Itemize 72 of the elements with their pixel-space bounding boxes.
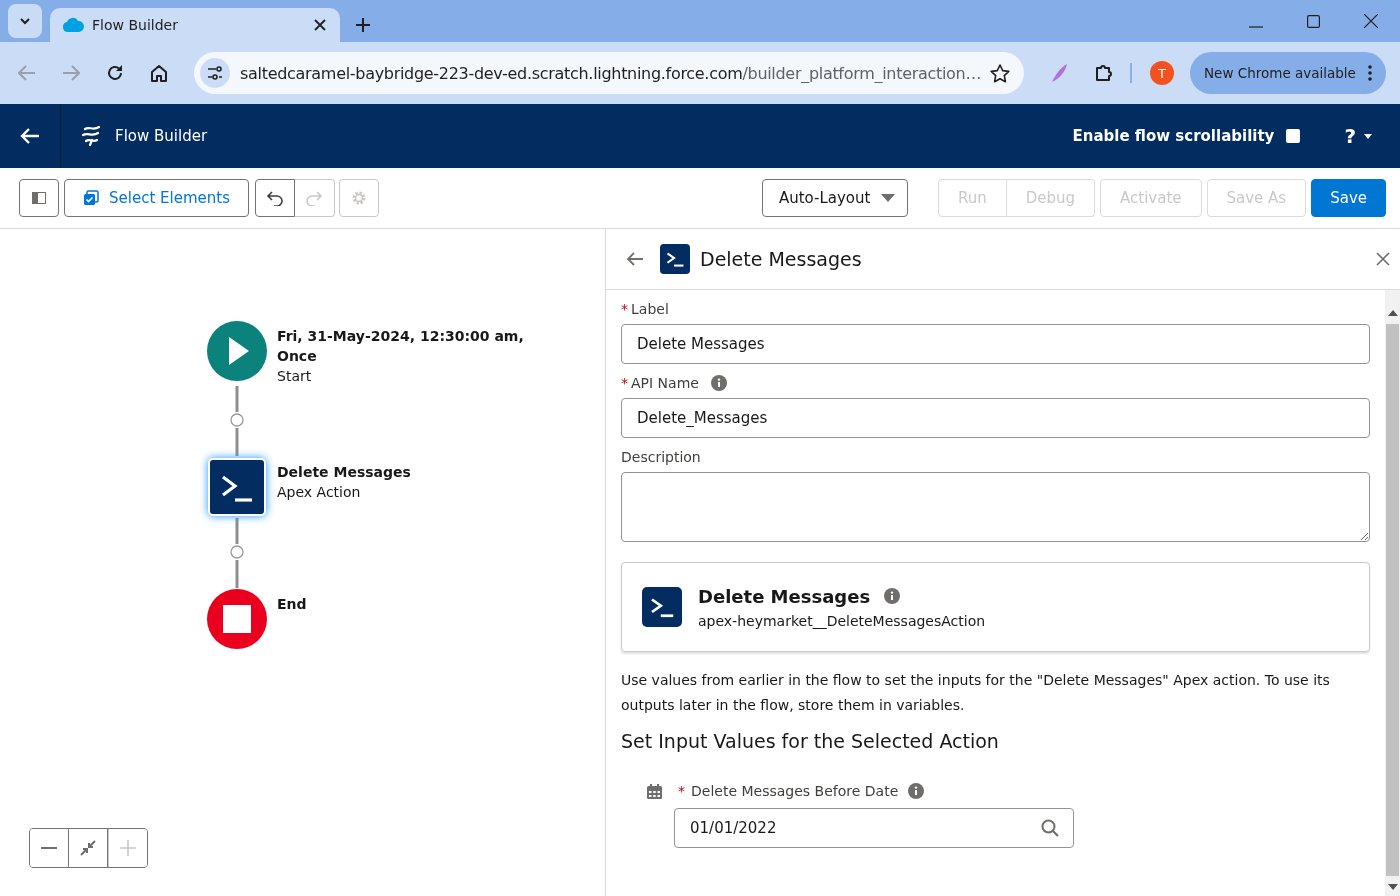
select-elements-button[interactable]: Select Elements — [64, 179, 249, 217]
action-api-name: apex-heymarket__DeleteMessagesAction — [698, 612, 986, 629]
connector-drawing — [230, 386, 244, 456]
text-field[interactable]: Delete_Messages — [621, 398, 1370, 438]
reload-icon[interactable] — [106, 64, 124, 82]
close-icon[interactable] — [314, 19, 326, 31]
scrollability-label: Enable flow scrollability — [1072, 127, 1275, 145]
node-title: End — [277, 595, 308, 614]
section-title: Set Input Values for the Selected Action — [621, 730, 1000, 752]
panel-title: Delete Messages — [700, 248, 862, 270]
required-mark: * — [678, 783, 685, 799]
caret-down-icon — [880, 194, 895, 202]
apex-action-icon — [642, 587, 682, 627]
end-node-icon[interactable] — [206, 588, 268, 650]
home-icon[interactable] — [150, 64, 168, 82]
connector-drawing — [230, 518, 244, 588]
browser-tab[interactable]: Flow Builder — [50, 8, 340, 42]
zoom-out-button[interactable] — [30, 829, 69, 867]
puzzle-icon[interactable] — [1094, 63, 1114, 83]
apex-action-icon — [660, 244, 690, 274]
help-menu-button[interactable]: ? — [1338, 123, 1378, 149]
scrollability-checkbox[interactable] — [1286, 129, 1301, 143]
caret-down-icon — [1364, 133, 1372, 139]
node-type-label: Apex Action — [277, 483, 362, 502]
action-title: Delete Messages — [698, 585, 871, 607]
new-tab-icon[interactable] — [356, 18, 370, 32]
description-field[interactable] — [621, 472, 1370, 542]
search-icon[interactable] — [1041, 819, 1059, 837]
text-field[interactable]: Delete Messages — [621, 324, 1370, 364]
start-node-icon[interactable] — [206, 320, 268, 382]
node-title: Delete Messages — [277, 463, 412, 482]
toggle-panel-button[interactable] — [19, 179, 59, 217]
node-title: Fri, 31-May-2024, 12:30:00 am, Once — [277, 327, 525, 366]
cloud-icon — [62, 17, 84, 33]
field-label: API Name — [631, 375, 699, 391]
field-label: Delete Messages Before Date — [691, 783, 899, 799]
help-text: Use values from earlier in the flow to set the inputs for the "Delete Messages" Apex action. To use its outputs later in the flow, store them in variables. — [621, 671, 1331, 715]
checkbox-stack-icon — [83, 190, 99, 206]
bookmark-star-icon[interactable] — [990, 63, 1010, 83]
shrink-arrows-icon — [80, 840, 96, 856]
required-mark: * — [621, 375, 628, 391]
node-type-label: Start — [277, 367, 313, 386]
update-chrome-button[interactable]: New Chrome available — [1190, 52, 1386, 94]
undo-icon — [265, 190, 284, 206]
redo-icon — [305, 190, 324, 206]
plus-icon — [120, 840, 136, 856]
undo-button[interactable] — [254, 179, 295, 217]
app-title: Flow Builder — [115, 127, 208, 145]
info-icon[interactable] — [710, 375, 727, 391]
panel-icon — [32, 192, 46, 204]
more-vertical-icon — [1367, 65, 1372, 81]
info-icon[interactable] — [884, 588, 901, 604]
tab-title: Flow Builder — [92, 17, 179, 33]
layout-dropdown[interactable]: Auto-Layout — [761, 179, 908, 217]
scroll-up-icon[interactable] — [1387, 310, 1398, 316]
info-icon[interactable] — [908, 783, 925, 799]
field-label: Label — [631, 301, 669, 317]
flow-icon — [81, 125, 101, 147]
site-settings-icon[interactable] — [207, 66, 223, 80]
address-bar[interactable]: saltedcaramel-baybridge-223-dev-ed.scratch.lightning.force.com/builder_platform_interaction… — [194, 52, 1024, 94]
date-field[interactable]: 01/01/2022 — [674, 808, 1074, 848]
minus-icon — [41, 847, 57, 849]
url-text: saltedcaramel-baybridge-223-dev-ed.scratch.lightning.force.com/builder_platform_interaction… — [240, 63, 980, 83]
close-icon[interactable] — [1364, 14, 1378, 28]
required-mark: * — [621, 301, 628, 317]
chevron-down-icon — [19, 15, 31, 27]
maximize-icon[interactable] — [1307, 15, 1320, 28]
field-label: Description — [621, 449, 701, 465]
scroll-down-icon[interactable] — [1387, 884, 1398, 890]
tab-search-button[interactable] — [8, 4, 42, 38]
calendar-icon — [647, 783, 662, 799]
toolbar-button[interactable]: Save — [1311, 179, 1386, 217]
